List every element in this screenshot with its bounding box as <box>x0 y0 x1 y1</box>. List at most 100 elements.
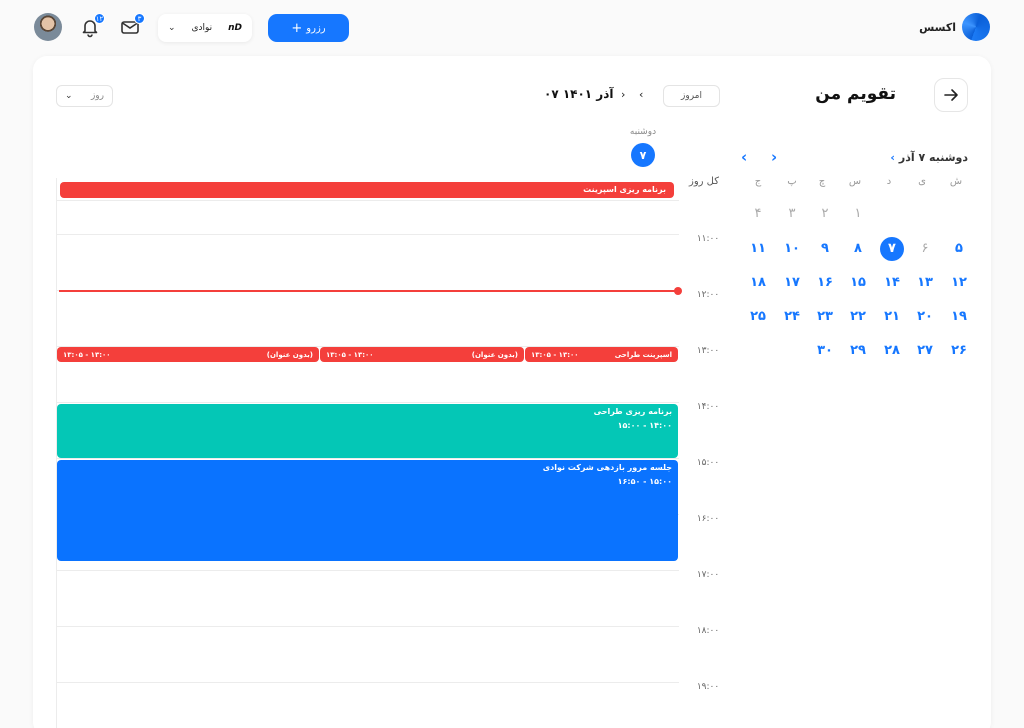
calendar-day[interactable]: ۲۲ <box>846 305 870 329</box>
mini-calendar-title-text: دوشنبه ۷ آذر <box>898 151 968 164</box>
event-untitled[interactable]: (بدون عنوان) ۱۳:۰۰ - ۱۳:۰۵ <box>57 347 319 362</box>
workspace-name: نوادی <box>191 23 213 33</box>
calendar-day[interactable]: ۱۹ <box>947 305 971 329</box>
time-label: ۱۵:۰۰ <box>696 458 720 468</box>
time-label: ۱۳:۰۰ <box>696 346 720 356</box>
event-time: ۱۴:۰۰ - ۱۵:۰۰ <box>617 421 672 430</box>
event-time: ۱۵:۰۰ - ۱۶:۵۰ <box>617 477 672 486</box>
calendar-day[interactable]: ۲۵ <box>746 305 770 329</box>
calendar-day[interactable]: ۲۶ <box>947 339 971 363</box>
event-time: ۱۳:۰۰ - ۱۳:۰۵ <box>63 350 111 359</box>
weekday-label: س <box>848 176 862 187</box>
weekday-label: ی <box>918 176 926 187</box>
hour-line <box>57 570 679 571</box>
calendar-day[interactable]: ۲۸ <box>880 339 904 363</box>
time-label: ۱۲:۰۰ <box>696 290 720 300</box>
calendar-day[interactable]: ۱۸ <box>746 271 770 295</box>
current-date: ۰۷ آذر ۱۴۰۱ <box>544 87 614 101</box>
hour-line <box>57 200 679 201</box>
chevron-down-icon: ⌄ <box>168 23 176 33</box>
mini-calendar-next-icon[interactable]: › <box>771 148 777 166</box>
hour-line <box>57 402 679 403</box>
brand-logo-icon <box>962 13 990 41</box>
allday-label: کل روز <box>689 176 719 187</box>
allday-event[interactable]: برنامه ریزی اسپرینت <box>60 182 674 198</box>
calendar-day-selected[interactable]: ۷ <box>880 237 904 261</box>
calendar-day[interactable]: ۱۲ <box>947 271 971 295</box>
event-time: ۱۳:۰۰ - ۱۳:۰۵ <box>531 350 579 359</box>
calendar-day[interactable]: ۳ <box>780 202 804 226</box>
chevron-right-icon: › <box>890 151 895 164</box>
calendar-day[interactable]: ۲۷ <box>913 339 937 363</box>
chevron-left-icon[interactable]: ‹ <box>639 88 643 101</box>
workspace-selector[interactable]: nD نوادی ⌄ <box>158 14 252 42</box>
mini-calendar-title[interactable]: دوشنبه ۷ آذر › <box>890 151 968 164</box>
calendar-day[interactable]: ۲۱ <box>880 305 904 329</box>
page-title: تقویم من <box>815 84 896 104</box>
event-untitled[interactable]: (بدون عنوان) ۱۳:۰۰ - ۱۳:۰۵ <box>320 347 524 362</box>
day-header-number[interactable]: ۷ <box>631 143 655 167</box>
calendar-day[interactable]: ۳۰ <box>813 339 837 363</box>
event-review-meeting[interactable]: جلسه مرور بازدهی شرکت نوادی ۱۵:۰۰ - ۱۶:۵… <box>57 460 678 561</box>
day-header-name: دوشنبه <box>629 127 657 137</box>
mail-icon[interactable]: ۳ <box>119 13 145 38</box>
hour-line <box>57 626 679 627</box>
calendar-day[interactable]: ۸ <box>846 237 870 261</box>
calendar-day[interactable]: ۲۰ <box>913 305 937 329</box>
calendar-day[interactable]: ۱۴ <box>880 271 904 295</box>
calendar-day[interactable]: ۲۹ <box>846 339 870 363</box>
avatar[interactable] <box>34 13 62 41</box>
weekday-label: چ <box>818 176 826 187</box>
reserve-button[interactable]: + رزرو <box>268 14 349 42</box>
workspace-logo: nD <box>228 23 242 33</box>
weekday-label: ش <box>949 176 963 187</box>
calendar-day[interactable]: ۱۵ <box>846 271 870 295</box>
event-title: برنامه ریزی طراحی <box>593 407 672 416</box>
time-label: ۱۸:۰۰ <box>696 626 720 636</box>
plus-icon: + <box>291 20 303 36</box>
weekday-label: ج <box>754 176 762 187</box>
calendar-day[interactable]: ۱ <box>846 202 870 226</box>
brand[interactable]: اکسس <box>919 13 990 41</box>
event-sprint-design[interactable]: اسپرینت طراحی ۱۳:۰۰ - ۱۳:۰۵ <box>525 347 678 362</box>
time-label: ۱۹:۰۰ <box>696 682 720 692</box>
event-title: اسپرینت طراحی <box>614 350 672 359</box>
brand-name: اکسس <box>919 20 956 34</box>
view-select-value: روز <box>90 91 104 101</box>
view-select[interactable]: روز ⌄ <box>56 85 113 107</box>
hour-line <box>57 682 679 683</box>
event-design-planning[interactable]: برنامه ریزی طراحی ۱۴:۰۰ - ۱۵:۰۰ <box>57 404 678 458</box>
calendar-day[interactable]: ۲۳ <box>813 305 837 329</box>
calendar-day[interactable]: ۱۶ <box>813 271 837 295</box>
arrow-right-icon <box>944 89 958 101</box>
back-button[interactable] <box>934 78 968 112</box>
chevron-right-icon[interactable]: › <box>621 88 625 101</box>
calendar-day[interactable]: ۱۷ <box>780 271 804 295</box>
event-time: ۱۳:۰۰ - ۱۳:۰۵ <box>326 350 374 359</box>
calendar-day[interactable]: ۵ <box>947 237 971 261</box>
top-bar: اکسس + رزرو nD نوادی ⌄ ۳ ۱۲ <box>0 0 1024 56</box>
weekday-label: پ <box>787 176 797 187</box>
calendar-day[interactable]: ۱۰ <box>780 237 804 261</box>
current-time-dot <box>674 287 682 295</box>
mini-calendar-prev-icon[interactable]: ‹ <box>741 148 747 166</box>
event-title: جلسه مرور بازدهی شرکت نوادی <box>542 463 672 472</box>
chevron-down-icon: ⌄ <box>65 91 73 101</box>
time-label: ۱۱:۰۰ <box>696 234 720 244</box>
calendar-day[interactable]: ۱۱ <box>746 237 770 261</box>
calendar-day[interactable]: ۲۴ <box>780 305 804 329</box>
calendar-day[interactable]: ۶ <box>913 237 937 261</box>
bell-badge: ۱۲ <box>94 13 105 24</box>
hour-line <box>57 458 679 459</box>
calendar-day[interactable]: ۲ <box>813 202 837 226</box>
time-label: ۱۴:۰۰ <box>696 402 720 412</box>
calendar-day[interactable]: ۹ <box>813 237 837 261</box>
reserve-button-label: رزرو <box>306 22 326 34</box>
event-title: (بدون عنوان) <box>471 350 518 359</box>
bell-icon[interactable]: ۱۲ <box>79 13 105 38</box>
calendar-day[interactable]: ۴ <box>746 202 770 226</box>
calendar-day[interactable]: ۱۳ <box>913 271 937 295</box>
time-label: ۱۷:۰۰ <box>696 570 720 580</box>
current-time-line <box>59 290 679 292</box>
today-button[interactable]: امروز <box>663 85 720 107</box>
